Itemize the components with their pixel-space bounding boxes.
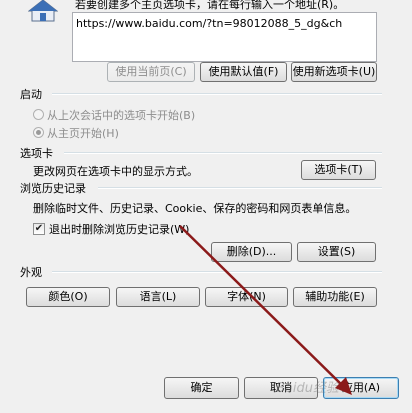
history-divider [98, 187, 382, 189]
tabs-title: 选项卡 [20, 147, 53, 160]
appearance-divider [52, 271, 382, 273]
accessibility-button[interactable]: 辅助功能(E) [293, 287, 377, 307]
startup-last-session-label: 从上次会话中的选项卡开始(B) [47, 109, 196, 122]
history-settings-button[interactable]: 设置(S) [297, 242, 376, 262]
delete-on-exit-label: 退出时删除浏览历史记录(W) [49, 223, 190, 236]
history-description: 删除临时文件、历史记录、Cookie、保存的密码和网页表单信息。 [33, 202, 357, 215]
tabs-button[interactable]: 选项卡(T) [301, 160, 376, 180]
homepage-hint: 若要创建多个主页选项卡，请在每行输入一个地址(R)。 [75, 0, 345, 10]
tabs-description: 更改网页在选项卡中的显示方式。 [33, 165, 198, 178]
use-new-tab-button[interactable]: 使用新选项卡(U) [291, 62, 377, 82]
fonts-button[interactable]: 字体(N) [205, 287, 288, 307]
startup-home-radio[interactable] [33, 127, 44, 138]
watermark-text: Baidu经验 [276, 381, 339, 396]
use-current-button[interactable]: 使用当前页(C) [107, 62, 195, 82]
use-default-button[interactable]: 使用默认值(F) [200, 62, 287, 82]
homepage-url-text: https://www.baidu.com/?tn=98012088_5_dg&… [76, 17, 343, 30]
tabs-divider [64, 152, 382, 154]
startup-home-label: 从主页开始(H) [47, 127, 119, 140]
startup-last-session-radio[interactable] [33, 109, 44, 120]
delete-on-exit-checkbox[interactable]: ✔ [33, 223, 45, 235]
startup-divider [52, 93, 382, 95]
home-icon [27, 0, 59, 22]
appearance-title: 外观 [20, 266, 42, 279]
startup-title: 启动 [20, 88, 42, 101]
history-title: 浏览历史记录 [20, 182, 86, 195]
ok-button[interactable]: 确定 [164, 377, 239, 399]
languages-button[interactable]: 语言(L) [116, 287, 200, 307]
delete-history-button[interactable]: 删除(D)... [211, 242, 292, 262]
colors-button[interactable]: 颜色(O) [26, 287, 110, 307]
homepage-url-input[interactable]: https://www.baidu.com/?tn=98012088_5_dg&… [72, 12, 377, 62]
